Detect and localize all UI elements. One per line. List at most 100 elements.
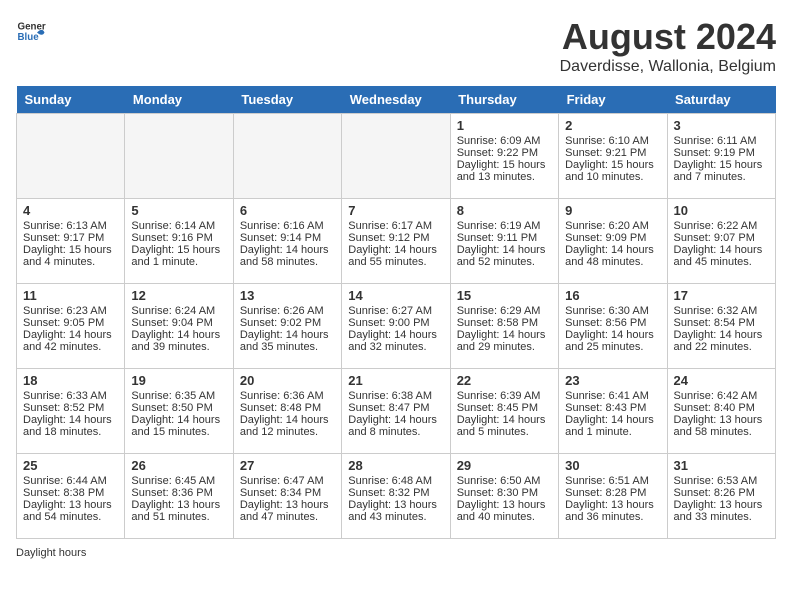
day-info: Sunrise: 6:24 AMSunset: 9:04 PMDaylight:… xyxy=(131,305,220,353)
calendar-cell: 7 Sunrise: 6:17 AMSunset: 9:12 PMDaylight… xyxy=(342,199,450,284)
day-info: Sunrise: 6:17 AMSunset: 9:12 PMDaylight:… xyxy=(348,220,437,268)
footer-note: Daylight hours xyxy=(16,547,776,559)
calendar-cell: 31Sunrise: 6:53 AMSunset: 8:26 PMDayligh… xyxy=(667,454,775,539)
day-number: 1 xyxy=(457,118,552,133)
calendar-cell: 10 Sunrise: 6:22 AMSunset: 9:07 PMDayligh… xyxy=(667,199,775,284)
day-number: 22 xyxy=(457,373,552,388)
svg-text:Blue: Blue xyxy=(18,32,40,43)
calendar-cell: 4 Sunrise: 6:13 AMSunset: 9:17 PMDaylight… xyxy=(17,199,125,284)
day-info: Sunrise: 6:20 AMSunset: 9:09 PMDaylight:… xyxy=(565,220,654,268)
day-number: 12 xyxy=(131,288,226,303)
calendar-cell: 9 Sunrise: 6:20 AMSunset: 9:09 PMDaylight… xyxy=(559,199,667,284)
calendar-cell: 23 Sunrise: 6:41 AMSunset: 8:43 PMDayligh… xyxy=(559,369,667,454)
day-info: Sunrise: 6:39 AMSunset: 8:45 PMDaylight:… xyxy=(457,390,546,438)
calendar-cell: 15 Sunrise: 6:29 AMSunset: 8:58 PMDayligh… xyxy=(450,284,558,369)
month-title: August 2024 xyxy=(560,16,776,58)
calendar-cell: 14 Sunrise: 6:27 AMSunset: 9:00 PMDayligh… xyxy=(342,284,450,369)
day-of-week-header: Saturday xyxy=(667,86,775,114)
day-number: 13 xyxy=(240,288,335,303)
day-info: Sunrise: 6:14 AMSunset: 9:16 PMDaylight:… xyxy=(131,220,220,268)
day-info: Sunrise: 6:10 AMSunset: 9:21 PMDaylight:… xyxy=(565,135,654,183)
day-number: 25 xyxy=(23,458,118,473)
day-number: 4 xyxy=(23,203,118,218)
day-number: 10 xyxy=(674,203,769,218)
calendar-cell: 26Sunrise: 6:45 AMSunset: 8:36 PMDayligh… xyxy=(125,454,233,539)
day-of-week-header: Thursday xyxy=(450,86,558,114)
day-info: Sunrise: 6:36 AMSunset: 8:48 PMDaylight:… xyxy=(240,390,329,438)
calendar-cell xyxy=(342,114,450,199)
day-info: Sunrise: 6:44 AMSunset: 8:38 PMDaylight:… xyxy=(23,475,112,523)
calendar-week-row: 18 Sunrise: 6:33 AMSunset: 8:52 PMDayligh… xyxy=(17,369,776,454)
day-info: Sunrise: 6:38 AMSunset: 8:47 PMDaylight:… xyxy=(348,390,437,438)
calendar-cell: 21 Sunrise: 6:38 AMSunset: 8:47 PMDayligh… xyxy=(342,369,450,454)
day-info: Sunrise: 6:30 AMSunset: 8:56 PMDaylight:… xyxy=(565,305,654,353)
day-info: Sunrise: 6:42 AMSunset: 8:40 PMDaylight:… xyxy=(674,390,763,438)
day-number: 21 xyxy=(348,373,443,388)
day-info: Sunrise: 6:27 AMSunset: 9:00 PMDaylight:… xyxy=(348,305,437,353)
day-info: Sunrise: 6:29 AMSunset: 8:58 PMDaylight:… xyxy=(457,305,546,353)
calendar-cell: 6Sunrise: 6:16 AMSunset: 9:14 PMDaylight… xyxy=(233,199,341,284)
day-info: Sunrise: 6:23 AMSunset: 9:05 PMDaylight:… xyxy=(23,305,112,353)
calendar-cell: 18 Sunrise: 6:33 AMSunset: 8:52 PMDayligh… xyxy=(17,369,125,454)
day-info: Sunrise: 6:11 AMSunset: 9:19 PMDaylight:… xyxy=(674,135,763,183)
calendar-cell xyxy=(233,114,341,199)
day-number: 9 xyxy=(565,203,660,218)
day-number: 8 xyxy=(457,203,552,218)
calendar-cell: 30Sunrise: 6:51 AMSunset: 8:28 PMDayligh… xyxy=(559,454,667,539)
day-number: 3 xyxy=(674,118,769,133)
day-number: 29 xyxy=(457,458,552,473)
calendar-cell: 28Sunrise: 6:48 AMSunset: 8:32 PMDayligh… xyxy=(342,454,450,539)
day-info: Sunrise: 6:16 AMSunset: 9:14 PMDaylight:… xyxy=(240,220,329,268)
day-number: 18 xyxy=(23,373,118,388)
day-info: Sunrise: 6:50 AMSunset: 8:30 PMDaylight:… xyxy=(457,475,546,523)
calendar-week-row: 4 Sunrise: 6:13 AMSunset: 9:17 PMDaylight… xyxy=(17,199,776,284)
day-number: 7 xyxy=(348,203,443,218)
day-info: Sunrise: 6:53 AMSunset: 8:26 PMDaylight:… xyxy=(674,475,763,523)
day-of-week-header: Monday xyxy=(125,86,233,114)
logo: General Blue xyxy=(16,16,46,46)
calendar-cell: 12 Sunrise: 6:24 AMSunset: 9:04 PMDayligh… xyxy=(125,284,233,369)
calendar-cell: 19Sunrise: 6:35 AMSunset: 8:50 PMDayligh… xyxy=(125,369,233,454)
calendar-cell: 5 Sunrise: 6:14 AMSunset: 9:16 PMDaylight… xyxy=(125,199,233,284)
calendar-cell xyxy=(125,114,233,199)
calendar-week-row: 11 Sunrise: 6:23 AMSunset: 9:05 PMDayligh… xyxy=(17,284,776,369)
day-number: 15 xyxy=(457,288,552,303)
calendar-table: SundayMondayTuesdayWednesdayThursdayFrid… xyxy=(16,86,776,539)
day-info: Sunrise: 6:19 AMSunset: 9:11 PMDaylight:… xyxy=(457,220,546,268)
day-of-week-header: Wednesday xyxy=(342,86,450,114)
day-info: Sunrise: 6:47 AMSunset: 8:34 PMDaylight:… xyxy=(240,475,329,523)
day-number: 17 xyxy=(674,288,769,303)
calendar-week-row: 1Sunrise: 6:09 AMSunset: 9:22 PMDaylight… xyxy=(17,114,776,199)
calendar-cell: 1Sunrise: 6:09 AMSunset: 9:22 PMDaylight… xyxy=(450,114,558,199)
day-number: 16 xyxy=(565,288,660,303)
day-number: 28 xyxy=(348,458,443,473)
day-number: 19 xyxy=(131,373,226,388)
day-number: 14 xyxy=(348,288,443,303)
calendar-cell: 11 Sunrise: 6:23 AMSunset: 9:05 PMDayligh… xyxy=(17,284,125,369)
day-info: Sunrise: 6:51 AMSunset: 8:28 PMDaylight:… xyxy=(565,475,654,523)
day-of-week-header: Friday xyxy=(559,86,667,114)
calendar-cell xyxy=(17,114,125,199)
calendar-cell: 27Sunrise: 6:47 AMSunset: 8:34 PMDayligh… xyxy=(233,454,341,539)
day-info: Sunrise: 6:13 AMSunset: 9:17 PMDaylight:… xyxy=(23,220,112,268)
day-number: 23 xyxy=(565,373,660,388)
calendar-cell: 29 Sunrise: 6:50 AMSunset: 8:30 PMDayligh… xyxy=(450,454,558,539)
calendar-cell: 2 Sunrise: 6:10 AMSunset: 9:21 PMDaylight… xyxy=(559,114,667,199)
calendar-cell: 24Sunrise: 6:42 AMSunset: 8:40 PMDayligh… xyxy=(667,369,775,454)
day-info: Sunrise: 6:32 AMSunset: 8:54 PMDaylight:… xyxy=(674,305,763,353)
day-info: Sunrise: 6:33 AMSunset: 8:52 PMDaylight:… xyxy=(23,390,112,438)
calendar-cell: 22 Sunrise: 6:39 AMSunset: 8:45 PMDayligh… xyxy=(450,369,558,454)
calendar-week-row: 25 Sunrise: 6:44 AMSunset: 8:38 PMDayligh… xyxy=(17,454,776,539)
day-number: 2 xyxy=(565,118,660,133)
location-title: Daverdisse, Wallonia, Belgium xyxy=(560,58,776,76)
day-info: Sunrise: 6:22 AMSunset: 9:07 PMDaylight:… xyxy=(674,220,763,268)
day-number: 11 xyxy=(23,288,118,303)
day-number: 5 xyxy=(131,203,226,218)
day-number: 26 xyxy=(131,458,226,473)
calendar-cell: 17 Sunrise: 6:32 AMSunset: 8:54 PMDayligh… xyxy=(667,284,775,369)
day-info: Sunrise: 6:41 AMSunset: 8:43 PMDaylight:… xyxy=(565,390,654,438)
calendar-cell: 3 Sunrise: 6:11 AMSunset: 9:19 PMDaylight… xyxy=(667,114,775,199)
day-info: Sunrise: 6:26 AMSunset: 9:02 PMDaylight:… xyxy=(240,305,329,353)
header: General Blue August 2024 Daverdisse, Wal… xyxy=(16,16,776,76)
calendar-cell: 8 Sunrise: 6:19 AMSunset: 9:11 PMDaylight… xyxy=(450,199,558,284)
